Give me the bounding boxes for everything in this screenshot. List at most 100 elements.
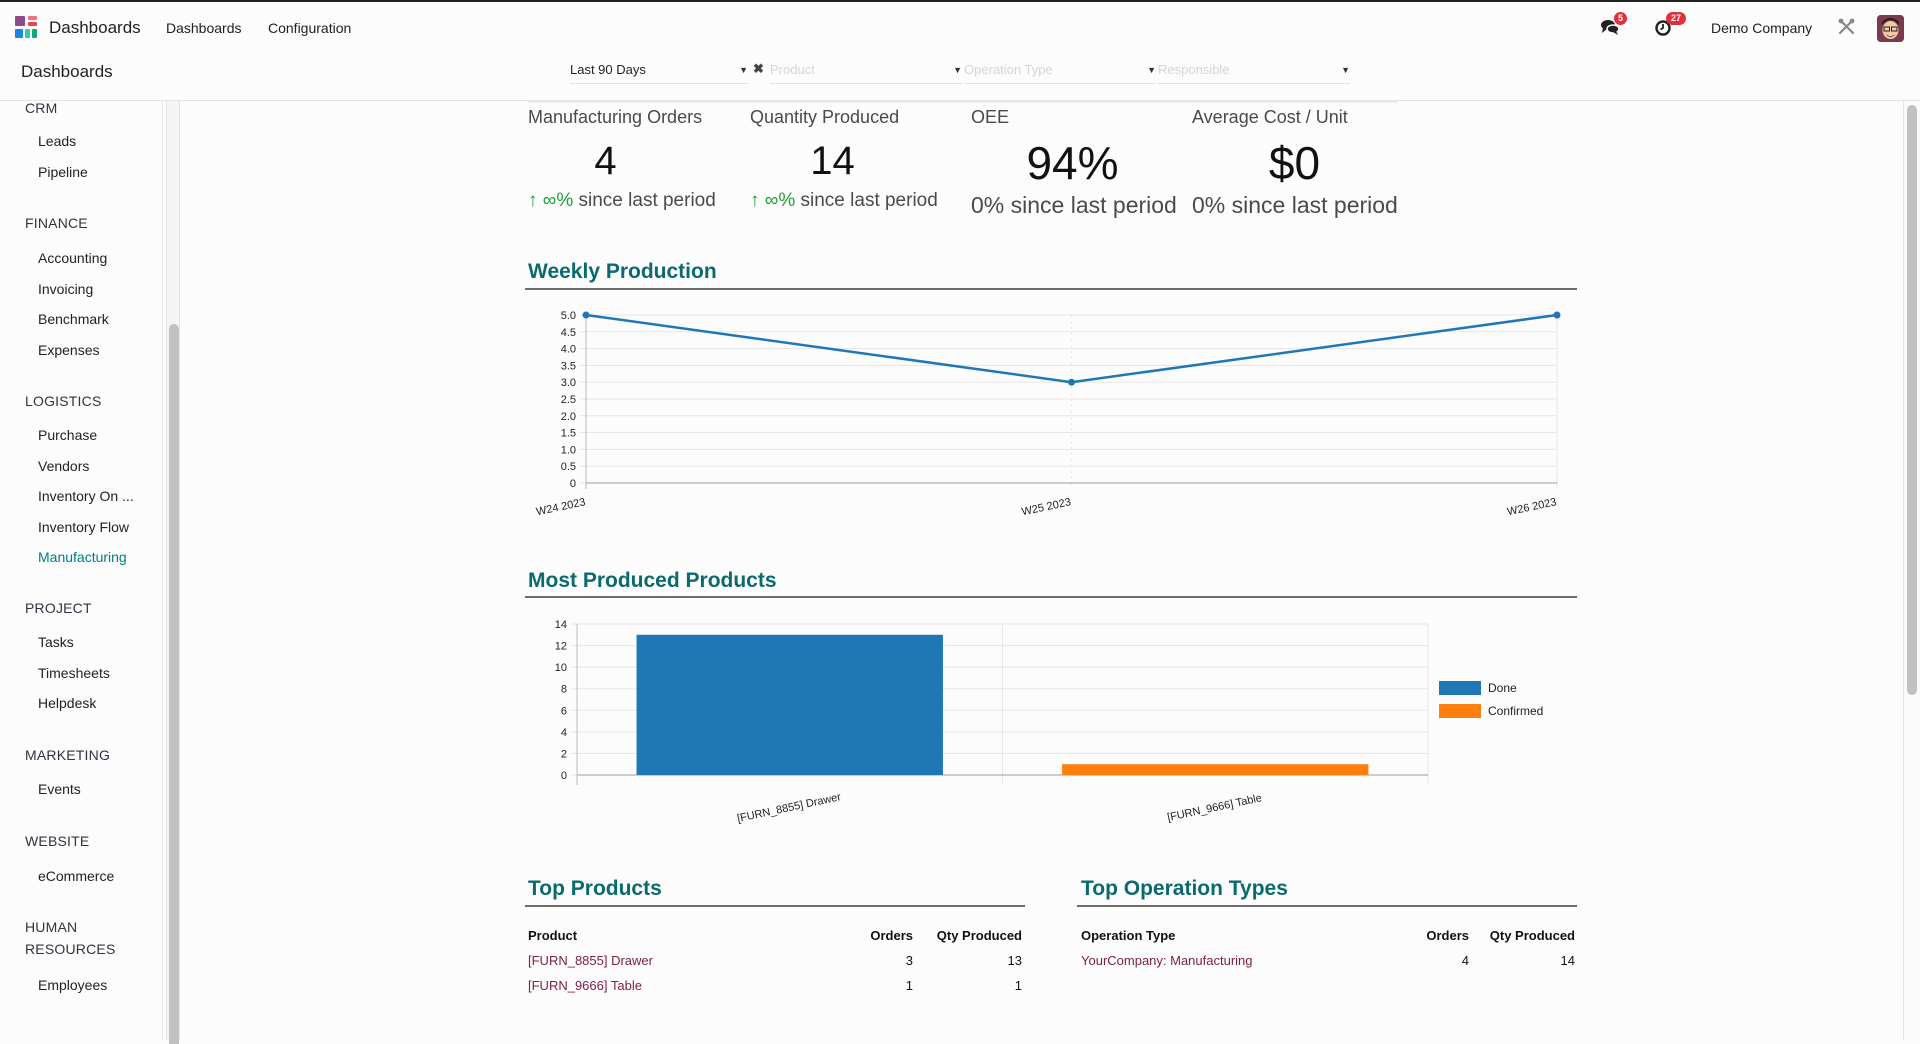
y-tick-label: 2 (561, 748, 567, 760)
messages-badge: 5 (1614, 12, 1628, 25)
sidebar-item-vendors[interactable]: Vendors (38, 458, 89, 474)
period-filter[interactable]: Last 90 Days ▼ (570, 62, 748, 84)
y-tick-label: 4.0 (561, 344, 576, 356)
y-tick-label: 3.0 (561, 377, 576, 389)
sidebar-section-marketing: MARKETING (25, 747, 111, 763)
tools-icon (1838, 18, 1855, 35)
section-divider (525, 905, 1025, 907)
y-tick-label: 6 (561, 705, 567, 717)
dashboards-sidebar: CRM Leads Pipeline FINANCE Accounting In… (0, 100, 163, 1040)
sidebar-item-tasks[interactable]: Tasks (38, 634, 74, 650)
sidebar-section-logistics: LOGISTICS (25, 393, 102, 409)
x-tick-label: W25 2023 (1021, 496, 1073, 518)
orders-cell: 4 (1461, 953, 1469, 968)
kpi-trend: 0% since last period (1192, 192, 1398, 218)
y-tick-label: 0 (570, 478, 576, 490)
sidebar-item-leads[interactable]: Leads (38, 133, 76, 149)
product-filter-placeholder: Product (770, 62, 815, 77)
sidebar-scrollbar[interactable] (166, 101, 180, 1044)
chevron-down-icon: ▼ (1341, 65, 1350, 75)
y-tick-label: 3.5 (561, 360, 576, 372)
sidebar-item-timesheets[interactable]: Timesheets (38, 665, 110, 681)
sidebar-item-expenses[interactable]: Expenses (38, 342, 99, 358)
kpi-title: Average Cost / Unit (1192, 107, 1348, 127)
breadcrumb: Dashboards (21, 62, 113, 81)
menu-dashboards[interactable]: Dashboards (166, 20, 242, 36)
kpi-value: 4 (594, 139, 617, 183)
y-tick-label: 12 (555, 641, 567, 653)
bar (1062, 764, 1369, 775)
product-filter[interactable]: Product ▼ (770, 62, 962, 84)
y-tick-label: 4.5 (561, 327, 576, 339)
product-link[interactable]: [FURN_8855] Drawer (528, 953, 653, 968)
sidebar-section-website: WEBSITE (25, 833, 90, 849)
responsible-filter[interactable]: Responsible ▼ (1158, 62, 1350, 84)
legend-swatch (1439, 704, 1481, 718)
sidebar-item-inventory-on-hand[interactable]: Inventory On ... (38, 488, 134, 504)
qty-produced-cell: 1 (1014, 978, 1022, 993)
sidebar-item-benchmark[interactable]: Benchmark (38, 311, 109, 327)
column-header-qty-produced: Qty Produced (1489, 928, 1575, 943)
period-filter-value: Last 90 Days (570, 62, 646, 77)
responsible-filter-placeholder: Responsible (1158, 62, 1230, 77)
x-tick-label: W26 2023 (1506, 496, 1558, 518)
data-point (1068, 378, 1075, 386)
y-tick-label: 1.0 (561, 444, 576, 456)
clear-filter-icon[interactable]: ✖ (753, 61, 764, 77)
messages-button[interactable]: 5 (1600, 12, 1628, 41)
section-divider (525, 596, 1577, 598)
app-logo-icon[interactable] (15, 16, 39, 38)
sidebar-item-pipeline[interactable]: Pipeline (38, 164, 88, 180)
product-link[interactable]: [FURN_9666] Table (528, 978, 642, 993)
y-tick-label: 2.5 (561, 394, 576, 406)
debug-tools-button[interactable] (1838, 18, 1855, 40)
legend-label: Confirmed (1488, 704, 1543, 718)
data-point (1553, 311, 1561, 319)
arrow-up-icon: ↑ (528, 190, 538, 211)
column-header-product: Product (528, 928, 578, 943)
qty-produced-cell: 13 (1007, 953, 1022, 968)
qty-produced-cell: 14 (1560, 953, 1575, 968)
operation-type-filter[interactable]: Operation Type ▼ (964, 62, 1156, 84)
main-scrollbar-thumb[interactable] (1907, 105, 1917, 695)
section-divider (525, 288, 1577, 290)
top-operation-types-title: Top Operation Types (1081, 877, 1288, 900)
legend-swatch (1439, 681, 1481, 695)
sidebar-item-inventory-flow[interactable]: Inventory Flow (38, 519, 129, 535)
kpi-trend: 0% since last period (971, 192, 1177, 218)
top-navbar: Dashboards Dashboards Configuration 5 27… (0, 0, 1920, 52)
y-tick-label: 1.5 (561, 428, 576, 440)
most-produced-products-title: Most Produced Products (528, 569, 777, 592)
weekly-production-chart: 0 0.5 1.0 1.5 2.0 2.5 3.0 3.5 4.0 4.5 5.0 W24 2023 W… (535, 310, 1561, 518)
sidebar-item-invoicing[interactable]: Invoicing (38, 281, 93, 297)
sidebar-item-purchase[interactable]: Purchase (38, 427, 97, 443)
company-switcher[interactable]: Demo Company (1711, 20, 1812, 36)
kpi-trend: ↑ ∞% since last period (528, 190, 716, 211)
sidebar-item-accounting[interactable]: Accounting (38, 250, 107, 266)
activities-button[interactable]: 27 (1655, 12, 1687, 42)
kpi-title: Quantity Produced (750, 107, 900, 127)
sidebar-item-events[interactable]: Events (38, 781, 81, 797)
sidebar-item-helpdesk[interactable]: Helpdesk (38, 695, 96, 711)
kpi-value: 14 (810, 139, 855, 183)
sidebar-item-employees[interactable]: Employees (38, 977, 107, 993)
bar (636, 634, 943, 775)
operation-type-filter-placeholder: Operation Type (964, 62, 1053, 77)
main-scrollbar[interactable] (1903, 101, 1920, 1040)
user-avatar[interactable] (1877, 15, 1904, 42)
y-tick-label: 5.0 (561, 310, 576, 322)
app-name[interactable]: Dashboards (49, 18, 141, 38)
y-tick-label: 0.5 (561, 461, 576, 473)
menu-configuration[interactable]: Configuration (268, 20, 351, 36)
kpi-title: OEE (971, 107, 1010, 127)
kpi-top-border (528, 101, 1398, 103)
operation-type-link[interactable]: YourCompany: Manufacturing (1081, 953, 1253, 968)
sidebar-item-manufacturing[interactable]: Manufacturing (38, 549, 127, 565)
chevron-down-icon: ▼ (1147, 65, 1156, 75)
y-tick-label: 14 (555, 619, 567, 631)
orders-cell: 1 (905, 978, 913, 993)
sidebar-scrollbar-thumb[interactable] (169, 324, 179, 1044)
sidebar-item-ecommerce[interactable]: eCommerce (38, 868, 114, 884)
kpi-value: $0 (1268, 137, 1321, 189)
section-divider (1077, 905, 1577, 907)
